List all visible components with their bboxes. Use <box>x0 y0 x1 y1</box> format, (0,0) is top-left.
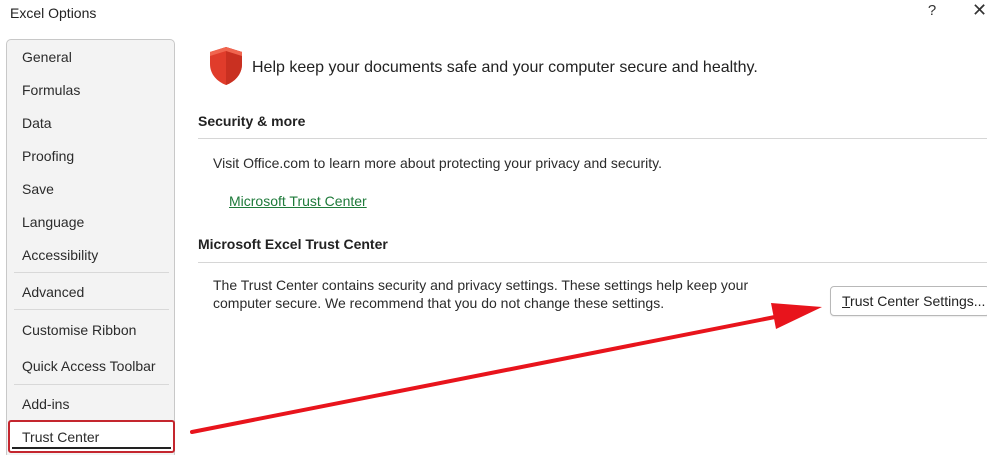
trust-center-description: The Trust Center contains security and p… <box>213 276 748 312</box>
sidebar-item-general[interactable]: General <box>15 43 175 71</box>
sidebar-divider <box>14 309 169 310</box>
button-label: rust Center Settings... <box>850 293 986 309</box>
main-panel: Help keep your documents safe and your c… <box>175 30 987 455</box>
sidebar-item-accessibility[interactable]: Accessibility <box>15 241 175 269</box>
sidebar-item-proofing[interactable]: Proofing <box>15 142 175 170</box>
section-divider <box>198 138 987 139</box>
sidebar-item-customise-ribbon[interactable]: Customise Ribbon <box>15 316 175 344</box>
sidebar-item-quick-access-toolbar[interactable]: Quick Access Toolbar <box>15 352 175 380</box>
microsoft-trust-center-link[interactable]: Microsoft Trust Center <box>229 193 367 209</box>
sidebar-item-add-ins[interactable]: Add-ins <box>15 390 175 418</box>
section-title-security: Security & more <box>198 113 306 129</box>
window-title: Excel Options <box>10 5 97 21</box>
sidebar-item-advanced[interactable]: Advanced <box>15 278 175 306</box>
shield-icon <box>210 47 242 85</box>
security-description: Visit Office.com to learn more about pro… <box>213 155 662 171</box>
sidebar-item-formulas[interactable]: Formulas <box>15 76 175 104</box>
trust-center-description-line: computer secure. We recommend that you d… <box>213 295 665 311</box>
title-bar: Excel Options ? ✕ <box>0 0 987 30</box>
section-divider <box>198 262 987 263</box>
sidebar-divider <box>14 272 169 273</box>
sidebar-item-language[interactable]: Language <box>15 208 175 236</box>
help-button[interactable]: ? <box>922 2 942 24</box>
sidebar: General Formulas Data Proofing Save Lang… <box>6 39 175 455</box>
sidebar-divider <box>14 384 169 385</box>
section-title-trust-center: Microsoft Excel Trust Center <box>198 236 388 252</box>
trust-center-settings-button[interactable]: Trust Center Settings... <box>830 286 987 316</box>
close-button[interactable]: ✕ <box>972 0 987 24</box>
trust-center-description-line: The Trust Center contains security and p… <box>213 277 749 293</box>
sidebar-item-trust-center[interactable]: Trust Center <box>8 420 175 453</box>
sidebar-item-save[interactable]: Save <box>15 175 175 203</box>
sidebar-item-data[interactable]: Data <box>15 109 175 137</box>
accelerator-key: T <box>842 293 851 309</box>
page-headline: Help keep your documents safe and your c… <box>252 59 758 76</box>
